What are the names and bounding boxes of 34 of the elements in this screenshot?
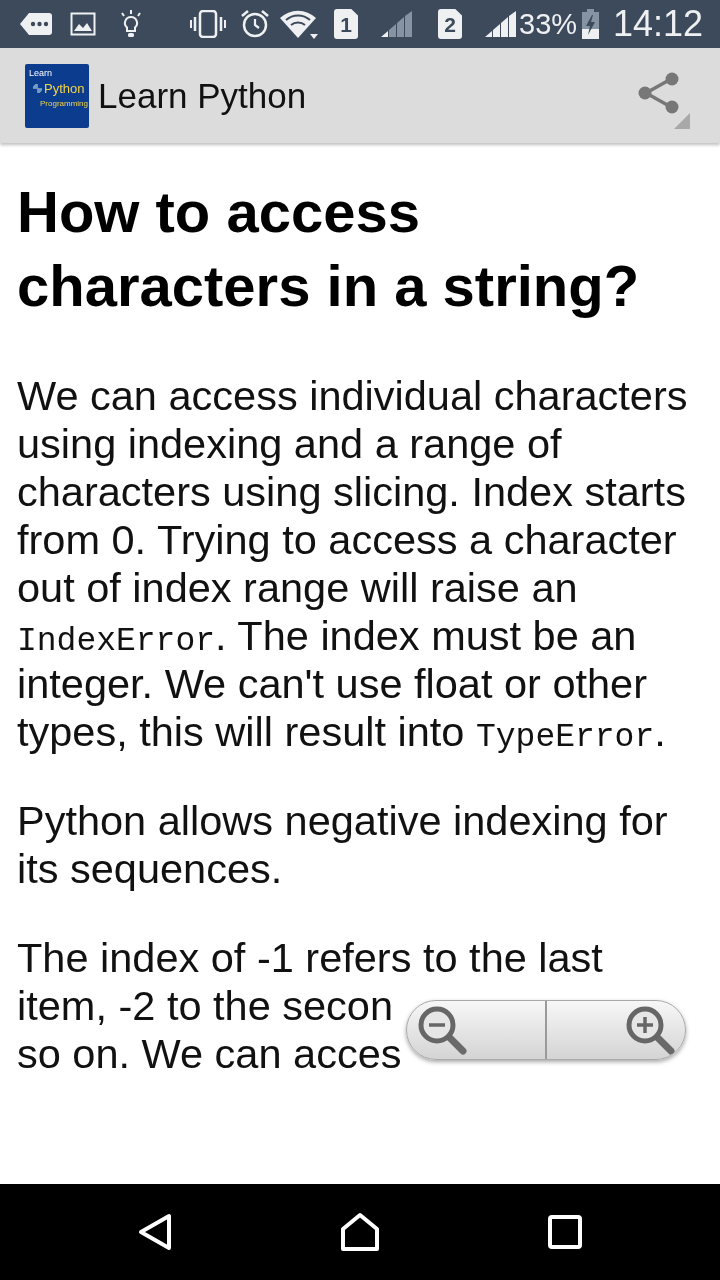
more-notifications-icon [20, 12, 52, 36]
zoom-in-icon [625, 1005, 675, 1055]
zoom-out-icon [417, 1005, 467, 1055]
sim-card-indicator: 2 [438, 9, 462, 39]
status-time: 14:12 [613, 6, 704, 42]
image-icon [70, 12, 96, 36]
share-button[interactable] [638, 71, 680, 114]
article-text-line: The index of -1 refers to the last [17, 934, 603, 982]
back-icon [138, 1213, 172, 1251]
recents-icon [548, 1215, 582, 1249]
corner-triangle-icon [674, 113, 690, 129]
app-title: Learn Python [98, 75, 307, 116]
article-paragraph: We can access individual characters using indexing and a range of characters using slicing. Index starts from 0. Trying to access a character out of index range will raise an IndexError. The index must be an integer. We can't use float or other types, this will result into TypeError. [17, 372, 689, 756]
signal-strength-icon [485, 11, 516, 37]
article-text-line: item, -2 to the secon [17, 982, 393, 1030]
article-paragraph: Python allows negative indexing for its sequences. [17, 797, 669, 893]
battery-percentage: 33% [519, 9, 578, 39]
signal-strength-icon [381, 11, 412, 37]
share-icon [638, 71, 680, 114]
light-bulb-icon [120, 10, 142, 38]
snake-logo-icon [33, 83, 42, 93]
home-button[interactable] [340, 1212, 380, 1252]
article-text-line: so on. We can acces [17, 1030, 402, 1078]
wifi-icon [280, 9, 318, 39]
logo-text: Programming [39, 99, 88, 108]
sim-card-indicator: 1 [334, 9, 358, 39]
article-heading: How to access characters in a string? [17, 178, 641, 320]
home-icon [340, 1212, 380, 1252]
recent-apps-button[interactable] [545, 1212, 585, 1252]
logo-text: Python [44, 81, 85, 95]
alarm-clock-icon [240, 9, 270, 39]
logo-text: Learn [29, 68, 53, 78]
battery-charging-icon [582, 9, 600, 39]
vibrate-icon [190, 10, 226, 38]
